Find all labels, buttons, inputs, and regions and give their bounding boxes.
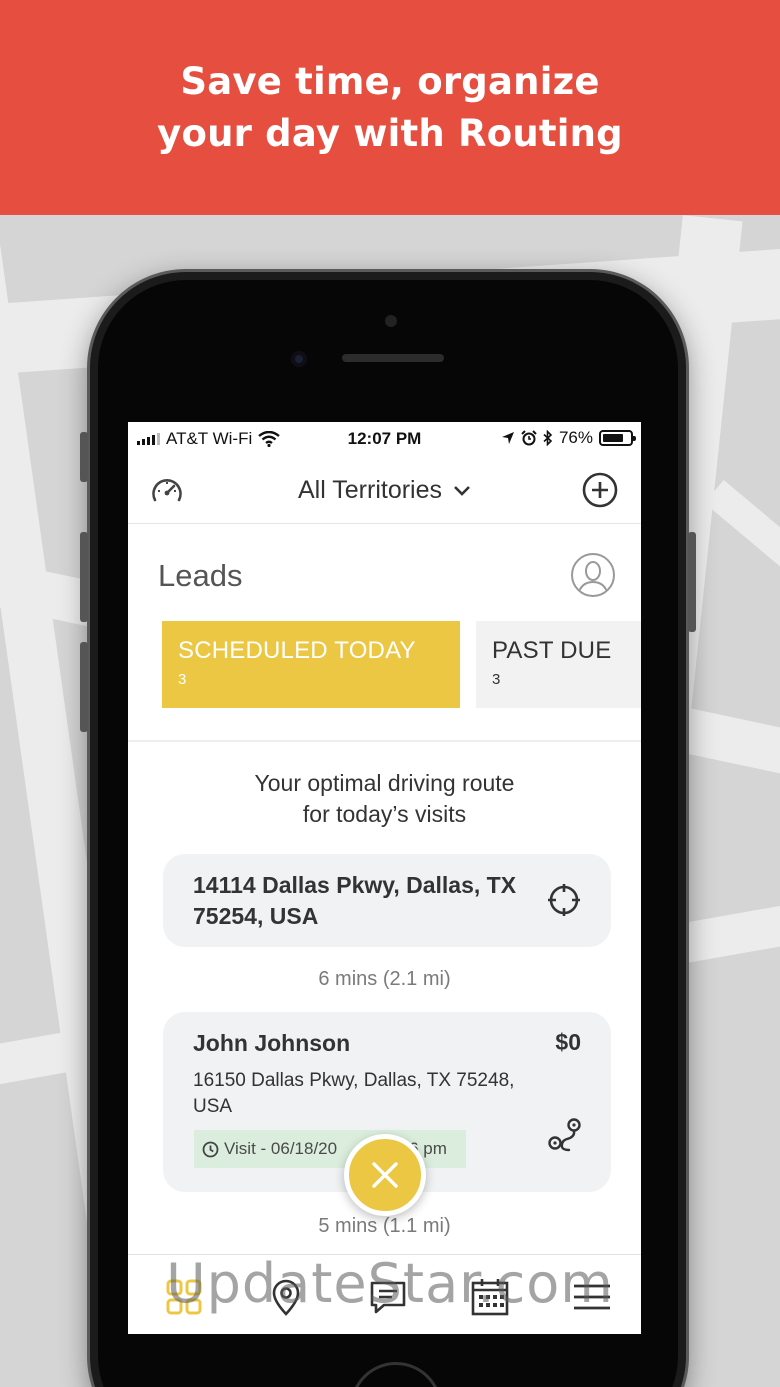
calendar-icon[interactable] (470, 1277, 510, 1317)
tab-past-due-count: 3 (492, 671, 501, 688)
add-circle-icon[interactable] (581, 471, 619, 509)
chat-icon[interactable] (368, 1277, 408, 1317)
route-origin-card[interactable]: 14114 Dallas Pkwy, Dallas, TX 75254, USA (163, 854, 611, 947)
map-pin-icon[interactable] (266, 1277, 306, 1317)
chevron-down-icon (454, 486, 470, 497)
stop-name: John Johnson (193, 1030, 351, 1056)
stop-address-line2: USA (193, 1096, 233, 1117)
close-route-button[interactable] (344, 1134, 426, 1216)
tab-scheduled-today[interactable]: SCHEDULED TODAY 3 (162, 621, 460, 708)
promo-banner: Save time, organize your day with Routin… (0, 0, 780, 215)
app-screen: AT&T Wi-Fi 12:07 PM 76% All Territories … (128, 422, 641, 1334)
earpiece-speaker (342, 354, 444, 362)
front-camera (291, 351, 307, 367)
home-button[interactable] (350, 1362, 442, 1387)
visit-date: Visit - 06/18/20 (224, 1139, 338, 1158)
route-directions-icon[interactable] (547, 1117, 583, 1153)
tab-scheduled-today-count: 3 (178, 671, 187, 688)
origin-address: 14114 Dallas Pkwy, Dallas, TX 75254, USA (193, 870, 553, 932)
battery-percent: 76% (558, 428, 593, 447)
battery-icon (599, 430, 636, 446)
bluetooth-icon (543, 430, 553, 446)
top-nav-bar: All Territories (128, 466, 641, 524)
promo-headline: Save time, organize your day with Routin… (157, 56, 623, 160)
stop-amount: $0 (555, 1029, 581, 1055)
dashboard-grid-icon[interactable] (164, 1277, 204, 1317)
origin-address-line1: 14114 Dallas Pkwy, Dallas, TX (193, 872, 517, 898)
territory-selector[interactable]: All Territories (128, 476, 641, 505)
close-icon (372, 1162, 398, 1188)
clock-icon (202, 1141, 219, 1157)
route-caption-line2: for today’s visits (302, 801, 467, 827)
route-leg-duration: 6 mins (2.1 mi) (318, 968, 451, 990)
tab-past-due-label: PAST DUE (492, 637, 612, 664)
crosshair-icon[interactable] (546, 882, 582, 918)
territory-selector-label: All Territories (298, 476, 443, 504)
status-bar: AT&T Wi-Fi 12:07 PM 76% (128, 422, 641, 456)
promo-headline-line2: your day with Routing (157, 111, 623, 155)
tab-past-due[interactable]: PAST DUE 3 (476, 621, 641, 708)
tab-scheduled-today-label: SCHEDULED TODAY (178, 637, 416, 664)
route-leg-duration: 5 mins (1.1 mi) (318, 1215, 451, 1237)
promo-headline-line1: Save time, organize (180, 59, 600, 103)
bottom-tab-bar (128, 1254, 641, 1334)
origin-address-line2: 75254, USA (193, 903, 319, 929)
menu-icon[interactable] (572, 1277, 612, 1317)
leads-title: Leads (158, 558, 243, 593)
route-caption: Your optimal driving route for today’s v… (128, 768, 641, 830)
stop-address-line1: 16150 Dallas Pkwy, Dallas, TX 75248, (193, 1070, 515, 1091)
user-avatar-icon[interactable] (571, 553, 615, 597)
route-caption-line1: Your optimal driving route (254, 770, 515, 796)
visit-badge: Visit - 06/18/20 6 pm (194, 1130, 466, 1168)
stop-address: 16150 Dallas Pkwy, Dallas, TX 75248, USA (193, 1068, 563, 1120)
section-divider (128, 740, 641, 742)
location-arrow-icon (501, 432, 514, 444)
alarm-icon (521, 430, 537, 446)
